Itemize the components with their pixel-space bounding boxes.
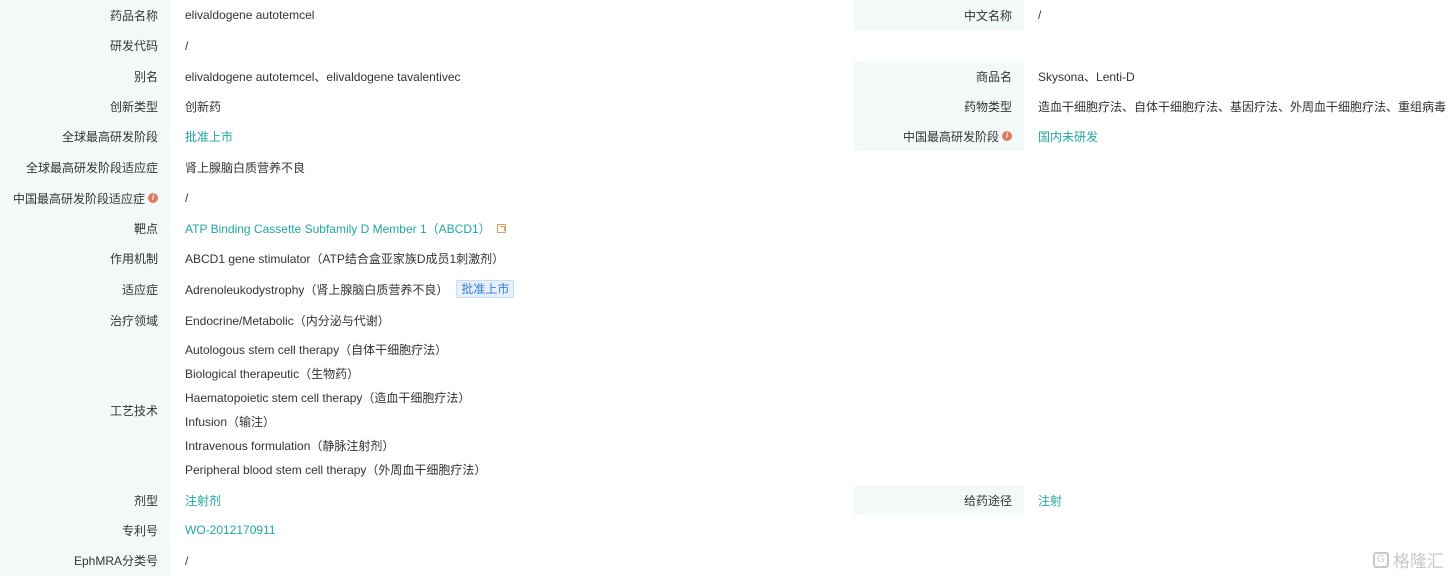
row-innovation-type: 创新类型 创新药 药物类型 造血干细胞疗法、自体干细胞疗法、基因疗法、外周血干细…	[0, 91, 1450, 121]
logo-icon: G	[1373, 551, 1389, 568]
value-ephmra: /	[185, 553, 189, 568]
value-drug-type: 造血干细胞疗法、自体干细胞疗法、基因疗法、外周血干细胞疗法、重组病毒	[1038, 99, 1447, 114]
label-route: 给药途径	[854, 485, 1024, 515]
label-china-indication: 中国最高研发阶段适应症	[12, 191, 145, 206]
target-link[interactable]: ATP Binding Cassette Subfamily D Member …	[185, 220, 491, 237]
value-target-cell: ATP Binding Cassette Subfamily D Member …	[170, 213, 1450, 243]
row-dev-code: 研发代码 /	[0, 30, 1450, 61]
value-global-stage-cell: 批准上市	[170, 121, 846, 151]
value-mechanism: ABCD1 gene stimulator（ATP结合盒亚家族D成员1刺激剂）	[185, 251, 505, 266]
drug-info-table: 药品名称 elivaldogene autotemcel 中文名称 / 研发代码…	[0, 0, 1450, 576]
value-indication: Adrenoleukodystrophy（肾上腺脑白质营养不良）	[185, 282, 449, 297]
row-ephmra: EphMRA分类号 /	[0, 545, 1450, 576]
row-indication: 适应症 Adrenoleukodystrophy（肾上腺脑白质营养不良） 批准上…	[0, 273, 1450, 305]
label-patent: 专利号	[0, 515, 170, 545]
route-link[interactable]: 注射	[1038, 492, 1062, 509]
row-china-indication: 中国最高研发阶段适应症 i /	[0, 183, 1450, 213]
row-drug-name: 药品名称 elivaldogene autotemcel 中文名称 /	[0, 0, 1450, 30]
row-patent: 专利号 WO-2012170911	[0, 515, 1450, 545]
label-dev-code: 研发代码	[0, 30, 170, 61]
label-trade-name: 商品名	[854, 61, 1024, 91]
patent-link[interactable]: WO-2012170911	[185, 523, 276, 537]
value-alias: elivaldogene autotemcel、elivaldogene tav…	[185, 69, 461, 84]
label-china-indication-cell: 中国最高研发阶段适应症 i	[0, 183, 170, 213]
value-trade-name: Skysona、Lenti-D	[1038, 69, 1135, 84]
watermark: G 格隆汇	[1373, 547, 1444, 572]
watermark-text: 格隆汇	[1393, 552, 1444, 571]
label-drug-name: 药品名称	[0, 0, 170, 30]
external-link-icon[interactable]	[496, 223, 506, 233]
value-therapeutic-area: Endocrine/Metabolic（内分泌与代谢）	[185, 313, 390, 328]
value-patent-cell: WO-2012170911	[170, 515, 1450, 545]
value-route-cell: 注射	[1024, 485, 1450, 515]
list-item: Peripheral blood stem cell therapy（外周血干细…	[185, 463, 487, 477]
label-china-stage-cell: 中国最高研发阶段 i	[854, 121, 1024, 151]
value-china-indication: /	[185, 191, 189, 205]
list-item: Intravenous formulation（静脉注射剂）	[185, 439, 395, 453]
row-target: 靶点 ATP Binding Cassette Subfamily D Memb…	[0, 213, 1450, 243]
label-china-stage: 中国最高研发阶段	[902, 129, 999, 144]
row-dosage-form: 剂型 注射剂 给药途径 注射	[0, 485, 1450, 515]
label-therapeutic-area: 治疗领域	[0, 305, 170, 335]
label-dosage-form: 剂型	[0, 485, 170, 515]
value-innovation-type: 创新药	[185, 99, 222, 114]
row-therapeutic-area: 治疗领域 Endocrine/Metabolic（内分泌与代谢）	[0, 305, 1450, 335]
list-item: Biological therapeutic（生物药）	[185, 367, 360, 381]
value-dev-code: /	[185, 38, 189, 53]
china-stage-link[interactable]: 国内未研发	[1038, 128, 1098, 145]
label-technology: 工艺技术	[0, 335, 170, 485]
info-icon[interactable]: i	[1002, 131, 1012, 141]
value-chinese-name: /	[1038, 8, 1042, 22]
label-global-indication: 全球最高研发阶段适应症	[0, 151, 170, 183]
row-global-stage: 全球最高研发阶段 批准上市 中国最高研发阶段 i 国内未研发	[0, 121, 1450, 151]
row-alias: 别名 elivaldogene autotemcel、elivaldogene …	[0, 61, 1450, 91]
list-item: Autologous stem cell therapy（自体干细胞疗法）	[185, 343, 448, 357]
value-indication-cell: Adrenoleukodystrophy（肾上腺脑白质营养不良） 批准上市	[170, 273, 1450, 305]
value-global-indication: 肾上腺脑白质营养不良	[185, 160, 306, 175]
technology-list: Autologous stem cell therapy（自体干细胞疗法） Bi…	[170, 335, 1450, 485]
label-global-stage: 全球最高研发阶段	[0, 121, 170, 151]
info-icon[interactable]: i	[148, 193, 158, 203]
label-indication: 适应症	[0, 273, 170, 305]
label-drug-type: 药物类型	[854, 91, 1024, 121]
list-item: Infusion（输注）	[185, 415, 276, 429]
value-drug-name: elivaldogene autotemcel	[185, 8, 315, 22]
row-mechanism: 作用机制 ABCD1 gene stimulator（ATP结合盒亚家族D成员1…	[0, 243, 1450, 273]
row-technology: 工艺技术 Autologous stem cell therapy（自体干细胞疗…	[0, 335, 1450, 485]
value-dosage-form-cell: 注射剂	[170, 485, 846, 515]
list-item: Haematopoietic stem cell therapy（造血干细胞疗法…	[185, 391, 471, 405]
label-mechanism: 作用机制	[0, 243, 170, 273]
label-alias: 别名	[0, 61, 170, 91]
label-ephmra: EphMRA分类号	[0, 545, 170, 576]
dosage-form-link[interactable]: 注射剂	[185, 492, 221, 509]
label-chinese-name: 中文名称	[854, 0, 1024, 30]
status-badge: 批准上市	[456, 280, 515, 298]
value-china-stage-cell: 国内未研发	[1024, 121, 1450, 151]
label-target: 靶点	[0, 213, 170, 243]
global-stage-link[interactable]: 批准上市	[185, 128, 233, 145]
label-innovation-type: 创新类型	[0, 91, 170, 121]
row-global-indication: 全球最高研发阶段适应症 肾上腺脑白质营养不良	[0, 151, 1450, 183]
